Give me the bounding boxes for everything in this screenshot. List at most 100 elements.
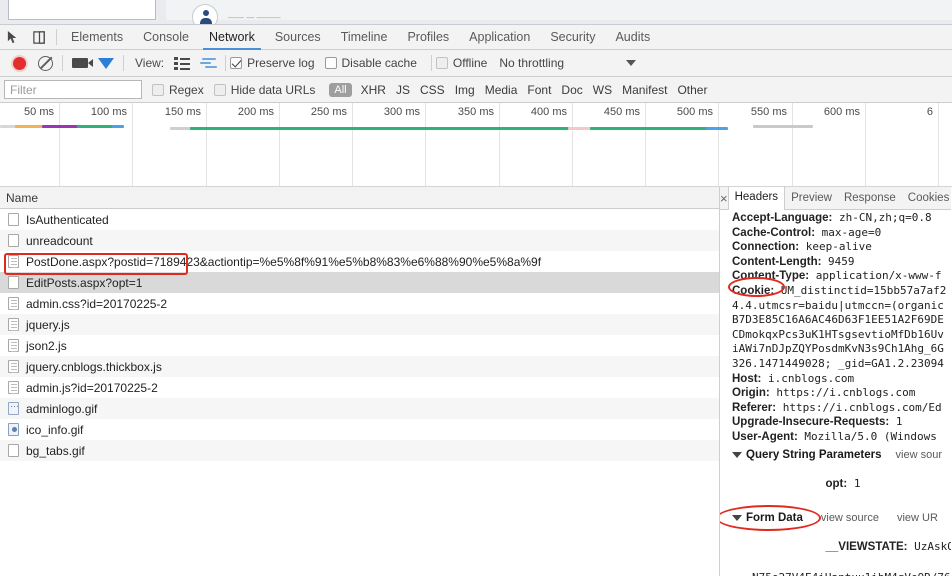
table-row[interactable]: jquery.js (0, 314, 719, 335)
tab-profiles[interactable]: Profiles (397, 25, 459, 50)
throttling-select[interactable]: No throttling (499, 56, 564, 70)
header-value: keep-alive (799, 240, 872, 254)
filter-type-other[interactable]: Other (672, 83, 712, 97)
tab-security[interactable]: Security (540, 25, 605, 50)
form-data-view-url[interactable]: view UR (897, 512, 938, 524)
filter-type-img[interactable]: Img (450, 83, 480, 97)
clear-icon[interactable] (32, 51, 58, 75)
table-row[interactable]: IsAuthenticated (0, 209, 719, 230)
tab-application[interactable]: Application (459, 25, 540, 50)
table-row[interactable]: PostDone.aspx?postid=7189423&actiontip=%… (0, 251, 719, 272)
filter-type-doc[interactable]: Doc (556, 83, 587, 97)
funnel-icon[interactable] (93, 51, 119, 85)
overview-tick-label: 100 ms (90, 106, 127, 118)
toolbar-divider (56, 29, 57, 45)
record-button[interactable] (6, 51, 32, 75)
table-row[interactable]: EditPosts.aspx?opt=1 (0, 272, 719, 293)
inspect-element-icon[interactable] (0, 25, 26, 49)
waterfall-view-icon[interactable] (195, 51, 221, 75)
form-data-view-source[interactable]: view source (821, 512, 879, 524)
query-param-name: opt: (825, 477, 848, 490)
screenshot-root: ▾ ——————— ⓘ —— — ——— Elements Console Ne… (0, 0, 952, 576)
filter-type-all[interactable]: All (329, 82, 352, 97)
request-name: jquery.cnblogs.thickbox.js (26, 359, 162, 374)
filter-type-js[interactable]: JS (391, 83, 415, 97)
overview-gridline (792, 103, 793, 186)
tab-timeline[interactable]: Timeline (331, 25, 398, 50)
toggle-device-toolbar-icon[interactable] (26, 25, 52, 49)
query-string-title: Query String Parameters (746, 448, 882, 461)
cookie-continuation-line: iAWi7nDJpZQYPosdmKvN3s9Ch1Ahg_6G (732, 342, 944, 356)
table-row[interactable]: admin.css?id=20170225-2 (0, 293, 719, 314)
disable-cache-checkbox[interactable]: Disable cache (324, 56, 417, 70)
triangle-down-icon-2[interactable] (732, 514, 742, 521)
tab-preview[interactable]: Preview (785, 187, 838, 210)
filter-type-font[interactable]: Font (522, 83, 556, 97)
table-row[interactable]: unreadcount (0, 230, 719, 251)
offline-checkbox[interactable]: Offline (435, 56, 487, 70)
header-line: Host: i.cnblogs.com (732, 372, 951, 387)
form-data-section[interactable]: Form Data view source view UR (732, 512, 951, 524)
tab-cookies[interactable]: Cookies (902, 187, 951, 210)
filter-type-css[interactable]: CSS (415, 83, 450, 97)
tab-response[interactable]: Response (838, 187, 902, 210)
offline-box[interactable] (435, 57, 448, 69)
regex-label: Regex (169, 82, 204, 97)
header-line: Cache-Control: max-age=0 (732, 226, 951, 241)
query-string-section[interactable]: Query String Parameters view sour (732, 449, 951, 461)
hide-data-urls-box[interactable] (213, 83, 226, 96)
tab-audits[interactable]: Audits (605, 25, 660, 50)
network-overview-timeline[interactable]: 50 ms 100 ms 150 ms 200 ms 250 ms 300 ms 350 m… (0, 103, 952, 187)
filter-type-xhr[interactable]: XHR (356, 83, 391, 97)
requests-column-header[interactable]: Name (0, 187, 719, 209)
blank-file-icon (8, 444, 19, 457)
overview-gridline (865, 103, 866, 186)
header-line: Connection: keep-alive (732, 240, 951, 255)
tab-sources[interactable]: Sources (265, 25, 331, 50)
tab-network[interactable]: Network (199, 25, 265, 50)
query-string-view-source[interactable]: view sour (896, 449, 942, 461)
network-filter-bar: Regex Hide data URLs All XHR JS CSS Img … (0, 77, 952, 103)
filter-type-media[interactable]: Media (480, 83, 523, 97)
hide-data-urls-checkbox[interactable]: Hide data URLs (213, 83, 315, 97)
tab-headers[interactable]: Headers (727, 187, 786, 210)
table-row[interactable]: adminlogo.gif (0, 398, 719, 419)
table-row[interactable]: json2.js (0, 335, 719, 356)
table-row[interactable]: bg_tabs.gif (0, 440, 719, 461)
header-value: https://i.cnblogs.com (769, 386, 916, 400)
filter-input[interactable] (4, 80, 142, 99)
regex-box[interactable] (152, 83, 164, 96)
chevron-down-icon[interactable] (626, 60, 637, 66)
overview-tick-label: 500 ms (676, 106, 713, 118)
table-row[interactable]: ico_info.gif (0, 419, 719, 440)
overview-tick-label: 250 ms (310, 106, 347, 118)
close-icon[interactable]: × (720, 191, 728, 206)
table-row[interactable]: jquery.cnblogs.thickbox.js (0, 356, 719, 377)
cookie-continuation-line: 326.1471449028; _gid=GA1.2.23094 (732, 356, 944, 370)
tab-console[interactable]: Console (133, 25, 199, 50)
preserve-log-checkbox[interactable]: Preserve log (230, 56, 315, 70)
camera-icon[interactable] (67, 51, 93, 75)
header-value: max-age=0 (815, 225, 882, 239)
filter-type-ws[interactable]: WS (588, 83, 617, 97)
request-name: admin.js?id=20170225-2 (26, 380, 158, 395)
disable-cache-label: Disable cache (341, 56, 417, 70)
form-data-title: Form Data (746, 511, 803, 524)
list-view-icon[interactable] (169, 51, 195, 75)
network-panes: Name IsAuthenticated unreadcount PostDone.… (0, 187, 952, 576)
overview-gridline (425, 103, 426, 186)
regex-checkbox[interactable]: Regex (152, 83, 204, 97)
triangle-down-icon[interactable] (732, 451, 742, 458)
disable-cache-box[interactable] (324, 57, 337, 69)
tab-elements[interactable]: Elements (61, 25, 133, 50)
table-row[interactable]: admin.js?id=20170225-2 (0, 377, 719, 398)
devtools-tabstrip: Elements Console Network Sources Timelin… (0, 25, 952, 50)
filter-type-manifest[interactable]: Manifest (617, 83, 672, 97)
request-name: EditPosts.aspx?opt=1 (26, 275, 143, 290)
header-value: Mozilla/5.0 (Windows (797, 429, 937, 443)
request-name: bg_tabs.gif (26, 443, 85, 458)
overview-gridline (499, 103, 500, 186)
doc-file-icon (8, 360, 19, 373)
request-name: IsAuthenticated (26, 212, 109, 227)
preserve-log-box[interactable] (230, 57, 243, 69)
